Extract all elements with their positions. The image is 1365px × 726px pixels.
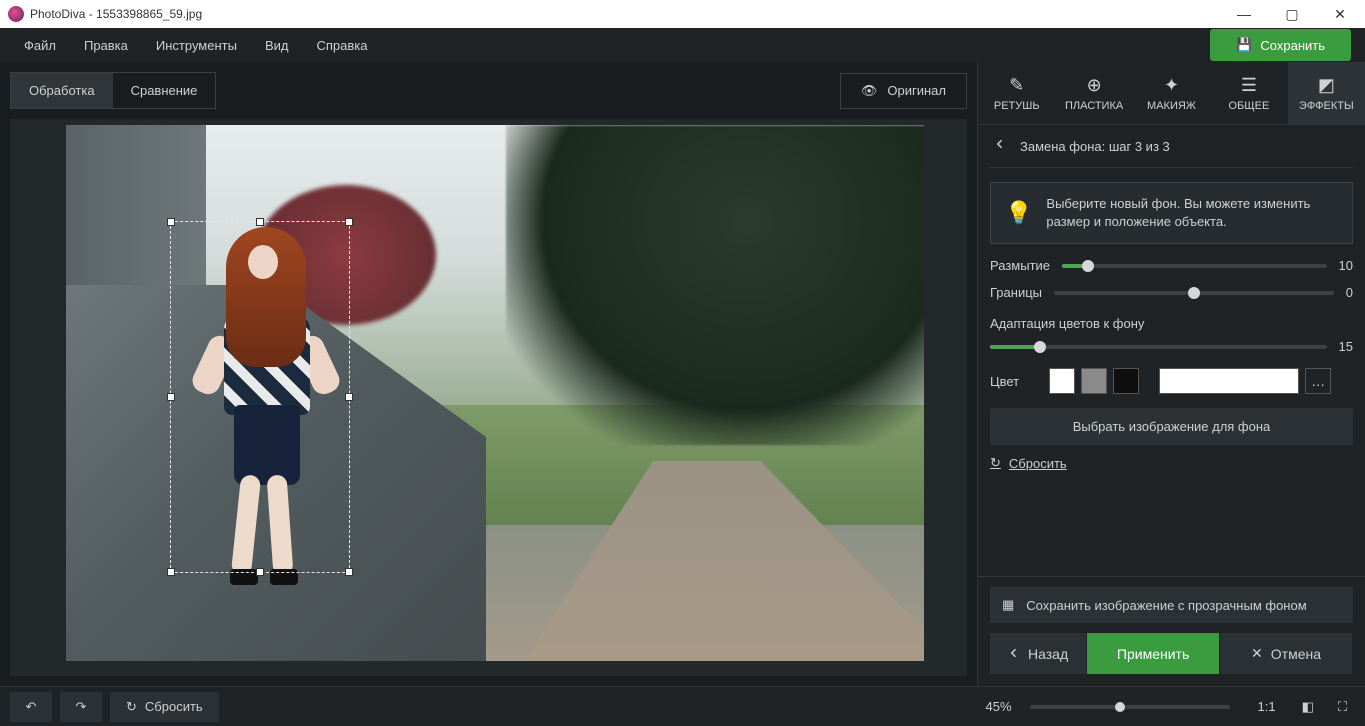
- image-canvas[interactable]: [10, 119, 967, 676]
- menu-file[interactable]: Файл: [10, 30, 70, 61]
- tab-effects[interactable]: ◩ ЭФФЕКТЫ: [1288, 62, 1365, 124]
- undo-button[interactable]: ↶: [10, 692, 52, 722]
- slider-track[interactable]: [1062, 264, 1327, 268]
- original-label: Оригинал: [887, 83, 946, 98]
- zoom-slider[interactable]: [1030, 705, 1230, 709]
- save-transparent-button[interactable]: ▦ Сохранить изображение с прозрачным фон…: [990, 587, 1353, 623]
- minimize-button[interactable]: —: [1229, 6, 1259, 23]
- resize-handle[interactable]: [167, 393, 175, 401]
- slider-borders: Границы 0: [990, 285, 1353, 300]
- plastic-icon: ⊕: [1087, 75, 1102, 96]
- fit-screen-icon[interactable]: ◧: [1302, 699, 1314, 715]
- menu-view[interactable]: Вид: [251, 30, 303, 61]
- tab-process[interactable]: Обработка: [11, 73, 113, 108]
- reset-icon: ↻: [126, 699, 137, 715]
- tab-plastic[interactable]: ⊕ ПЛАСТИКА: [1055, 62, 1132, 124]
- hint-box: 💡 Выберите новый фон. Вы можете изменить…: [990, 182, 1353, 244]
- selection-box[interactable]: [170, 221, 350, 573]
- slider-thumb[interactable]: [1034, 341, 1046, 353]
- right-panel: ✎ РЕТУШЬ ⊕ ПЛАСТИКА ✦ МАКИЯЖ ☰ ОБЩЕЕ ◩ Э…: [977, 62, 1365, 686]
- slider-blur: Размытие 10: [990, 258, 1353, 273]
- step-back-header[interactable]: Замена фона: шаг 3 из 3: [990, 125, 1353, 168]
- color-swatch[interactable]: [1081, 368, 1107, 394]
- redo-button[interactable]: ↷: [60, 692, 102, 722]
- reset-link[interactable]: ↻ Сбросить: [990, 455, 1353, 471]
- canvas-background: [66, 125, 924, 661]
- chevron-left-icon: [994, 137, 1006, 155]
- hint-text: Выберите новый фон. Вы можете изменить р…: [1046, 195, 1338, 231]
- menu-tools[interactable]: Инструменты: [142, 30, 251, 61]
- back-button[interactable]: Назад: [990, 633, 1087, 674]
- sliders-icon: ☰: [1241, 75, 1257, 96]
- slider-label: Размытие: [990, 258, 1050, 273]
- menubar: Файл Правка Инструменты Вид Справка 💾 Со…: [0, 28, 1365, 62]
- lightbulb-icon: 💡: [1005, 198, 1032, 229]
- fullscreen-icon[interactable]: ⛶: [1338, 699, 1347, 715]
- resize-handle[interactable]: [167, 218, 175, 226]
- slider-label: Границы: [990, 285, 1042, 300]
- chevron-left-icon: [1008, 646, 1020, 662]
- save-button[interactable]: 💾 Сохранить: [1210, 29, 1351, 61]
- slider-thumb[interactable]: [1188, 287, 1200, 299]
- save-icon: 💾: [1236, 37, 1252, 53]
- reset-all-button[interactable]: ↻ Сбросить: [110, 692, 219, 722]
- window-titlebar: PhotoDiva - 1553398865_59.jpg — ▢ ✕: [0, 0, 1365, 28]
- app-icon: [8, 6, 24, 22]
- color-picker-button[interactable]: …: [1305, 368, 1331, 394]
- retouch-icon: ✎: [1009, 75, 1024, 96]
- slider-value: 10: [1339, 258, 1353, 273]
- color-swatch[interactable]: [1049, 368, 1075, 394]
- resize-handle[interactable]: [345, 568, 353, 576]
- zoom-actual-button[interactable]: 1:1: [1258, 699, 1276, 714]
- resize-handle[interactable]: [167, 568, 175, 576]
- close-button[interactable]: ✕: [1325, 6, 1355, 23]
- slider-value: 15: [1339, 339, 1353, 354]
- tab-general[interactable]: ☰ ОБЩЕЕ: [1210, 62, 1287, 124]
- choose-bg-image-button[interactable]: Выбрать изображение для фона: [990, 408, 1353, 445]
- tab-compare[interactable]: Сравнение: [113, 73, 216, 108]
- tab-makeup[interactable]: ✦ МАКИЯЖ: [1133, 62, 1210, 124]
- cancel-button[interactable]: ✕ Отмена: [1220, 633, 1353, 674]
- view-mode-tabs: Обработка Сравнение: [10, 72, 216, 109]
- effects-icon: ◩: [1318, 75, 1335, 96]
- makeup-icon: ✦: [1164, 75, 1179, 96]
- resize-handle[interactable]: [345, 393, 353, 401]
- tab-retouch[interactable]: ✎ РЕТУШЬ: [978, 62, 1055, 124]
- reset-icon: ↻: [990, 455, 1001, 471]
- slider-value: 0: [1346, 285, 1353, 300]
- slider-thumb[interactable]: [1082, 260, 1094, 272]
- show-original-button[interactable]: 👁 Оригинал: [840, 73, 967, 109]
- resize-handle[interactable]: [345, 218, 353, 226]
- menu-help[interactable]: Справка: [302, 30, 381, 61]
- zoom-value: 45%: [985, 699, 1011, 714]
- resize-handle[interactable]: [256, 568, 264, 576]
- color-label: Цвет: [990, 374, 1019, 389]
- resize-handle[interactable]: [256, 218, 264, 226]
- slider-track[interactable]: [1054, 291, 1334, 295]
- color-preview[interactable]: [1159, 368, 1299, 394]
- close-icon: ✕: [1251, 645, 1263, 662]
- maximize-button[interactable]: ▢: [1277, 6, 1307, 23]
- slider-thumb[interactable]: [1115, 702, 1125, 712]
- save-label: Сохранить: [1260, 38, 1325, 53]
- slider-adapt-label: Адаптация цветов к фону: [990, 316, 1353, 331]
- window-title: PhotoDiva - 1553398865_59.jpg: [30, 7, 1229, 21]
- apply-button[interactable]: Применить: [1087, 633, 1220, 674]
- color-row: Цвет …: [990, 368, 1353, 394]
- eye-icon: 👁: [861, 83, 878, 99]
- color-swatch[interactable]: [1113, 368, 1139, 394]
- transparent-icon: ▦: [1002, 597, 1014, 613]
- step-title: Замена фона: шаг 3 из 3: [1020, 139, 1170, 154]
- slider-track[interactable]: [990, 345, 1327, 349]
- slider-adapt: 15: [990, 339, 1353, 354]
- bottom-toolbar: ↶ ↷ ↻ Сбросить 45% 1:1 ◧ ⛶: [0, 686, 1365, 726]
- menu-edit[interactable]: Правка: [70, 30, 142, 61]
